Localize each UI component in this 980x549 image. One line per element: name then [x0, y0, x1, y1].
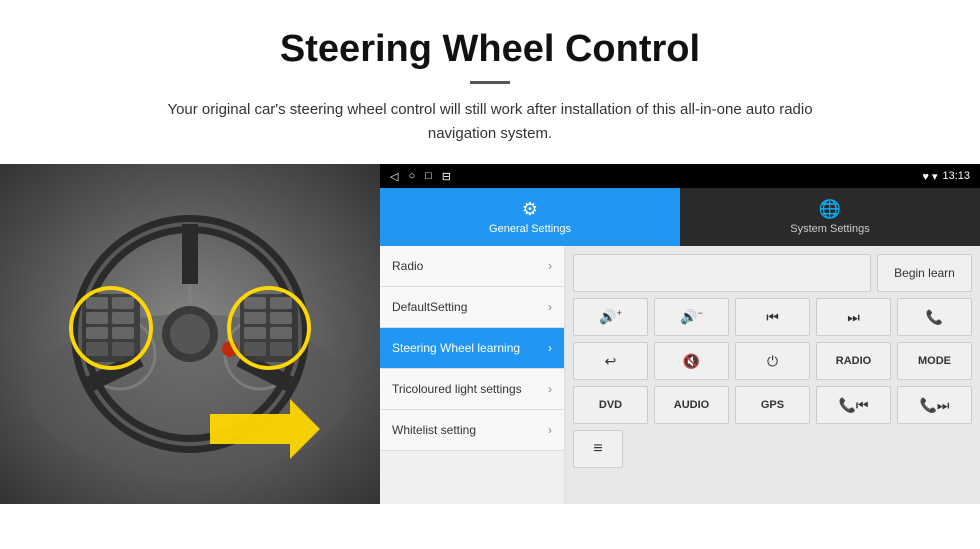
next-track-icon: ⏭	[847, 309, 860, 326]
ctrl-empty-box	[573, 254, 871, 292]
general-settings-icon: ⚙	[522, 199, 538, 220]
ctrl-row-5: ≡	[573, 430, 972, 468]
ctrl-row-3: ↩ 🔇 ⏻ RADIO MODE	[573, 342, 972, 380]
dvd-label: DVD	[599, 399, 622, 411]
menu-label-tricoloured: Tricoloured light settings	[392, 382, 522, 396]
radio-label: RADIO	[836, 355, 871, 367]
settings-main: Radio › DefaultSetting › Steering Wheel …	[380, 246, 980, 504]
mute-icon: 🔇	[683, 353, 700, 370]
chevron-icon: ›	[548, 423, 552, 437]
radio-button[interactable]: RADIO	[816, 342, 891, 380]
chevron-icon: ›	[548, 341, 552, 355]
menu-item-whitelist[interactable]: Whitelist setting ›	[380, 410, 564, 451]
volume-up-icon: 🔊+	[599, 308, 622, 326]
list-icon: ≡	[593, 440, 602, 458]
volume-down-icon: 🔊−	[680, 308, 703, 326]
car-background	[0, 164, 380, 504]
menu-item-default-setting[interactable]: DefaultSetting ›	[380, 287, 564, 328]
phone-next-icon: 📞⏭	[919, 397, 949, 414]
status-nav: ◁ ○ □ ⊟	[390, 170, 451, 183]
phone-next-button[interactable]: 📞⏭	[897, 386, 972, 424]
menu-label-steering: Steering Wheel learning	[392, 341, 520, 355]
header-section: Steering Wheel Control Your original car…	[0, 0, 980, 164]
clock: 13:13	[942, 170, 970, 182]
menu-item-tricoloured[interactable]: Tricoloured light settings ›	[380, 369, 564, 410]
begin-learn-button[interactable]: Begin learn	[877, 254, 972, 292]
title-divider	[470, 81, 510, 84]
mute-button[interactable]: 🔇	[654, 342, 729, 380]
volume-down-button[interactable]: 🔊−	[654, 298, 729, 336]
back-button[interactable]: ↩	[573, 342, 648, 380]
menu-label-whitelist: Whitelist setting	[392, 423, 476, 437]
dvd-button[interactable]: DVD	[573, 386, 648, 424]
prev-track-button[interactable]: ⏮	[735, 298, 810, 336]
ctrl-row-4: DVD AUDIO GPS 📞⏮ 📞⏭	[573, 386, 972, 424]
settings-menu: Radio › DefaultSetting › Steering Wheel …	[380, 246, 565, 504]
steering-wheel-svg	[30, 194, 350, 474]
content-area: ◁ ○ □ ⊟ ♥ ▾ 13:13 ⚙ General Settings 🌐	[0, 164, 980, 504]
menu-item-steering-wheel[interactable]: Steering Wheel learning ›	[380, 328, 564, 369]
chevron-icon: ›	[548, 382, 552, 396]
tab-system-label: System Settings	[790, 223, 869, 235]
menu-label-default: DefaultSetting	[392, 300, 467, 314]
chevron-icon: ›	[548, 300, 552, 314]
page-wrapper: Steering Wheel Control Your original car…	[0, 0, 980, 504]
car-image	[0, 164, 380, 504]
subtitle-text: Your original car's steering wheel contr…	[140, 98, 840, 146]
tab-general-label: General Settings	[489, 223, 571, 235]
settings-tabs: ⚙ General Settings 🌐 System Settings	[380, 188, 980, 246]
volume-up-button[interactable]: 🔊+	[573, 298, 648, 336]
phone-icon: 📞	[926, 309, 943, 326]
menu-item-radio[interactable]: Radio ›	[380, 246, 564, 287]
menu-icon[interactable]: ⊟	[442, 170, 451, 183]
back-arrow-icon: ↩	[605, 353, 617, 370]
controls-area: Begin learn 🔊+ 🔊− ⏮	[565, 246, 980, 504]
mode-label: MODE	[918, 355, 951, 367]
page-title: Steering Wheel Control	[60, 28, 920, 71]
back-icon[interactable]: ◁	[390, 170, 398, 183]
menu-label-radio: Radio	[392, 259, 423, 273]
ctrl-row-2: 🔊+ 🔊− ⏮ ⏭ 📞	[573, 298, 972, 336]
android-panel: ◁ ○ □ ⊟ ♥ ▾ 13:13 ⚙ General Settings 🌐	[380, 164, 980, 504]
phone-prev-icon: 📞⏮	[838, 397, 868, 414]
audio-label: AUDIO	[674, 399, 709, 411]
list-icon-button[interactable]: ≡	[573, 430, 623, 468]
chevron-icon: ›	[548, 259, 552, 273]
next-track-button[interactable]: ⏭	[816, 298, 891, 336]
mode-button[interactable]: MODE	[897, 342, 972, 380]
prev-track-icon: ⏮	[766, 309, 779, 326]
tab-general[interactable]: ⚙ General Settings	[380, 188, 680, 246]
audio-button[interactable]: AUDIO	[654, 386, 729, 424]
status-bar: ◁ ○ □ ⊟ ♥ ▾ 13:13	[380, 164, 980, 188]
ctrl-row-1: Begin learn	[573, 254, 972, 292]
status-right: ♥ ▾ 13:13	[922, 170, 970, 183]
gps-button[interactable]: GPS	[735, 386, 810, 424]
power-icon: ⏻	[767, 353, 778, 370]
home-icon[interactable]: ○	[408, 170, 415, 183]
recent-icon[interactable]: □	[425, 170, 432, 183]
phone-button[interactable]: 📞	[897, 298, 972, 336]
tab-system[interactable]: 🌐 System Settings	[680, 188, 980, 246]
phone-prev-button[interactable]: 📞⏮	[816, 386, 891, 424]
signal-icon: ♥ ▾	[922, 170, 937, 183]
gps-label: GPS	[761, 399, 784, 411]
system-settings-icon: 🌐	[819, 199, 841, 220]
power-button[interactable]: ⏻	[735, 342, 810, 380]
